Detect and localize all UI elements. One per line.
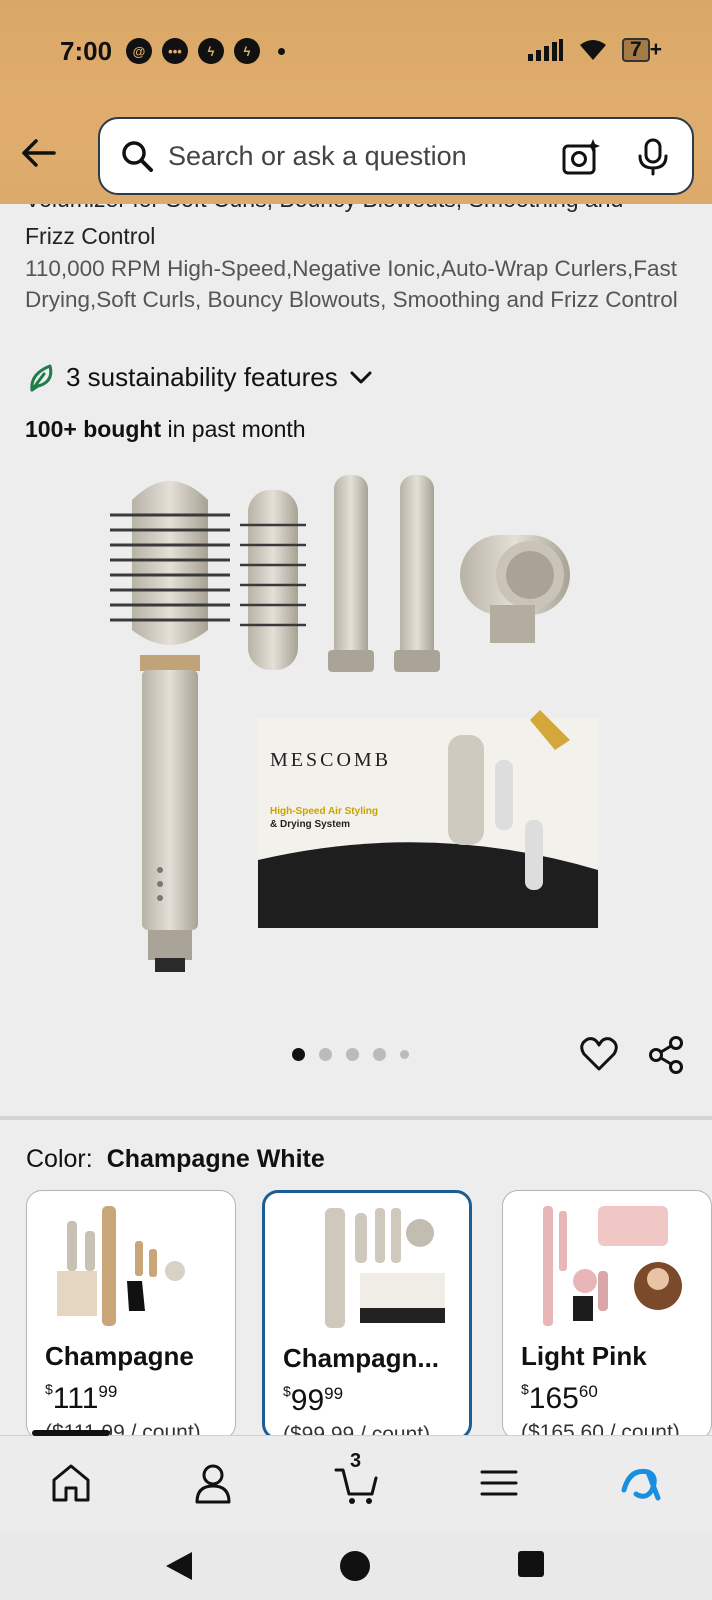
messenger-icon: ϟ — [198, 38, 224, 64]
product-subtitle: 110,000 RPM High-Speed,Negative Ionic,Au… — [25, 256, 678, 312]
menu-icon[interactable] — [476, 1460, 522, 1506]
back-arrow-icon[interactable] — [18, 133, 58, 173]
curler-attachments — [328, 475, 440, 672]
carousel-dot[interactable] — [319, 1048, 332, 1061]
share-icon[interactable] — [648, 1036, 684, 1074]
color-label: Color: Champagne White — [26, 1145, 325, 1174]
concentrator-attachment — [460, 535, 570, 643]
bought-rest: in past month — [161, 416, 306, 442]
top-header: 7:00 @ ••• ϟ ϟ 7 + — [0, 0, 712, 204]
carousel-dot[interactable] — [373, 1048, 386, 1061]
option-name: Light Pink — [521, 1341, 647, 1371]
search-bar[interactable] — [98, 117, 694, 195]
signal-icon — [528, 39, 564, 61]
chat-bubble-icon: ••• — [162, 38, 188, 64]
sustainability-label: 3 sustainability features — [66, 362, 338, 392]
bottom-navigation: 3 — [0, 1430, 712, 1533]
more-notifications-dot-icon — [278, 47, 285, 55]
battery-level: 7 — [622, 38, 650, 62]
carousel-dot-active[interactable] — [292, 1048, 305, 1061]
cart-count: 3 — [350, 1450, 362, 1472]
swatch-thumbnail — [325, 1208, 445, 1328]
search-row — [0, 117, 712, 195]
bought-bold: 100+ bought — [25, 416, 162, 442]
search-input[interactable] — [168, 140, 538, 172]
option-name: Champagn... — [283, 1343, 440, 1373]
section-divider — [0, 1116, 712, 1120]
microphone-icon[interactable] — [636, 138, 670, 176]
option-name: Champagne — [45, 1341, 194, 1371]
color-option-champagne[interactable]: Champagne $11199 ($111.99 / count) — [26, 1190, 236, 1440]
color-option-champagne-white[interactable]: Champagn... $9999 ($99.99 / count) — [262, 1190, 472, 1440]
wifi-icon — [580, 40, 607, 60]
status-bar: 7:00 @ ••• ϟ ϟ 7 + — [0, 30, 712, 70]
product-box: MESCOMB High-Speed Air Styling & Drying … — [258, 710, 598, 928]
carousel-dot[interactable] — [400, 1050, 409, 1059]
product-image[interactable]: MESCOMB High-Speed Air Styling & Drying … — [100, 470, 620, 990]
system-home-icon[interactable] — [338, 1549, 372, 1583]
active-tab-indicator — [32, 1430, 110, 1436]
messenger-icon-2: ϟ — [234, 38, 260, 64]
sustainability-features-toggle[interactable]: 3 sustainability features — [28, 362, 372, 393]
system-back-icon[interactable] — [162, 1549, 196, 1583]
bought-count: 100+ bought in past month — [25, 416, 306, 443]
system-recents-icon[interactable] — [516, 1549, 546, 1579]
option-price: $11199 — [45, 1381, 118, 1415]
status-time: 7:00 — [60, 36, 113, 66]
notification-icons: @ ••• ϟ ϟ — [126, 38, 285, 64]
battery-icon: 7 + — [622, 38, 662, 62]
selected-color: Champagne White — [106, 1145, 325, 1173]
threads-icon: @ — [126, 38, 152, 64]
swatch-thumbnail — [57, 1206, 185, 1326]
swatch-thumbnail — [543, 1206, 682, 1326]
account-icon[interactable] — [190, 1460, 236, 1506]
color-label-prefix: Color: — [26, 1145, 93, 1173]
color-options: Champagne $11199 ($111.99 / count) Champ… — [26, 1190, 712, 1440]
color-option-light-pink[interactable]: Light Pink $16560 ($165.60 / count) — [502, 1190, 712, 1440]
box-tagline-text-2: & Drying System — [270, 819, 350, 830]
camera-lens-icon[interactable] — [562, 138, 600, 176]
leaf-icon — [30, 364, 53, 391]
option-price: $9999 — [283, 1383, 344, 1417]
system-navigation-bar — [0, 1533, 712, 1600]
heart-icon[interactable] — [580, 1036, 618, 1072]
round-brush-attachment — [110, 481, 230, 972]
small-brush-attachment — [240, 490, 306, 670]
carousel-dot[interactable] — [346, 1048, 359, 1061]
charging-plus: + — [649, 38, 662, 61]
search-icon — [122, 141, 153, 172]
system-status: 7 + — [528, 38, 662, 62]
home-icon[interactable] — [48, 1460, 94, 1506]
image-carousel-dots — [292, 1048, 409, 1061]
chevron-down-icon — [350, 371, 372, 383]
option-price: $16560 — [521, 1381, 598, 1415]
box-tagline-text: High-Speed Air Styling — [270, 806, 378, 817]
rufus-icon[interactable] — [618, 1460, 664, 1506]
box-brand-text: MESCOMB — [270, 749, 391, 771]
product-title-line-2: Frizz Control — [25, 223, 156, 249]
